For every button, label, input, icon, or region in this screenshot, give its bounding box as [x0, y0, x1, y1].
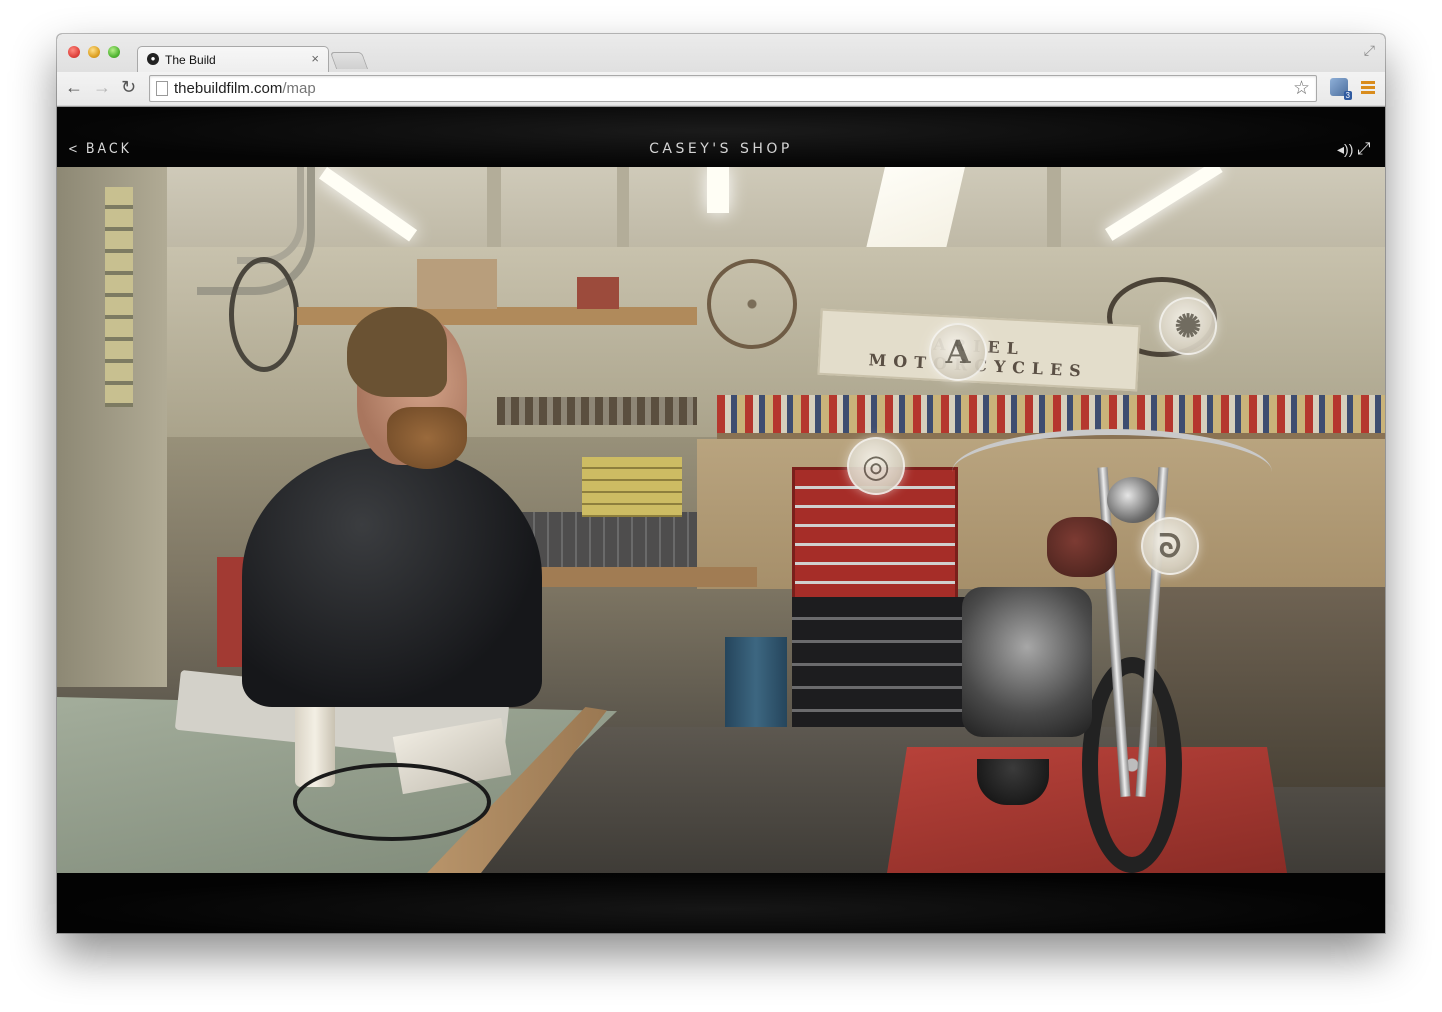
- browser-window: ● The Build × ⤢ ← → ↻ thebuildfilm.com/m…: [57, 34, 1385, 933]
- man-jacket: [242, 447, 542, 707]
- reload-icon[interactable]: ↻: [121, 78, 136, 96]
- browser-tab[interactable]: ● The Build ×: [137, 46, 329, 72]
- page-icon: [156, 81, 168, 96]
- hotspot-glyph: ◎: [862, 447, 890, 485]
- ceiling-light: [707, 167, 729, 213]
- browser-chrome: ● The Build × ⤢ ← → ↻ thebuildfilm.com/m…: [57, 34, 1385, 107]
- hotspot-nut[interactable]: ◎: [847, 437, 905, 495]
- new-tab-button[interactable]: [329, 52, 369, 69]
- hotspot-letter-a[interactable]: A: [929, 323, 987, 381]
- address-bar[interactable]: thebuildfilm.com/map ☆: [149, 75, 1317, 102]
- safety-glasses: [293, 763, 491, 841]
- box: [577, 277, 619, 309]
- tab-title: The Build: [165, 53, 216, 67]
- spray-cans-shelf: [717, 395, 1385, 435]
- license-plates: [105, 187, 133, 407]
- hotspot-glyph: ✺: [1174, 307, 1202, 345]
- page-content: < BACK CASEY'S SHOP ◂)) ⤢ A ✺ ◎ ᘐ: [57, 107, 1385, 933]
- motorcycle-handlebar: [952, 429, 1272, 515]
- minimize-window-button[interactable]: [88, 46, 100, 58]
- shelf-items: [497, 397, 697, 425]
- yellow-drawers: [582, 457, 682, 517]
- url-text[interactable]: thebuildfilm.com/map: [174, 80, 316, 97]
- hotspot-wrench[interactable]: ᘐ: [1141, 517, 1199, 575]
- forward-arrow-icon[interactable]: →: [93, 78, 111, 96]
- ceiling-beam: [617, 167, 629, 247]
- fullscreen-icon[interactable]: ⤢: [1357, 139, 1371, 159]
- hotspot-gear[interactable]: ✺: [1159, 297, 1217, 355]
- favicon-icon: ●: [147, 53, 159, 65]
- motorcycle-front-wheel: [1082, 657, 1182, 873]
- man-beard: [387, 407, 467, 469]
- page-title: CASEY'S SHOP: [649, 141, 793, 157]
- hotspot-glyph: ᘐ: [1158, 527, 1182, 565]
- tab-close-icon[interactable]: ×: [311, 51, 319, 66]
- ceiling-beam: [487, 167, 501, 247]
- zoom-window-button[interactable]: [108, 46, 120, 58]
- site-header: < BACK CASEY'S SHOP ◂)) ⤢: [57, 107, 1385, 167]
- site-footer: [57, 873, 1385, 933]
- upper-shelf: [297, 307, 697, 325]
- motorcycle-engine: [962, 587, 1092, 737]
- back-arrow-icon[interactable]: ←: [65, 78, 83, 96]
- close-window-button[interactable]: [68, 46, 80, 58]
- url-host: thebuildfilm.com: [174, 80, 283, 97]
- box: [417, 259, 497, 309]
- extension-icon[interactable]: 3: [1330, 78, 1352, 100]
- panorama-scene[interactable]: ARIEL MOTORCYCLES: [57, 167, 1385, 873]
- wheel-on-wall: [229, 257, 299, 372]
- motorcycle-tank: [1047, 517, 1117, 577]
- wheel-on-wall: [707, 259, 797, 349]
- window-fullscreen-icon[interactable]: ⤢: [1364, 42, 1375, 59]
- browser-toolbar: ← → ↻ thebuildfilm.com/map ☆ 3: [57, 72, 1385, 105]
- man-hair: [347, 307, 447, 397]
- bookmark-star-icon[interactable]: ☆: [1293, 77, 1310, 100]
- extension-badge: 3: [1343, 91, 1352, 100]
- menu-icon[interactable]: [1361, 81, 1375, 96]
- url-path: /map: [282, 80, 316, 97]
- hotspot-glyph: A: [945, 333, 971, 371]
- exhaust-pipes: [237, 167, 304, 264]
- sound-icon[interactable]: ◂)): [1337, 141, 1353, 158]
